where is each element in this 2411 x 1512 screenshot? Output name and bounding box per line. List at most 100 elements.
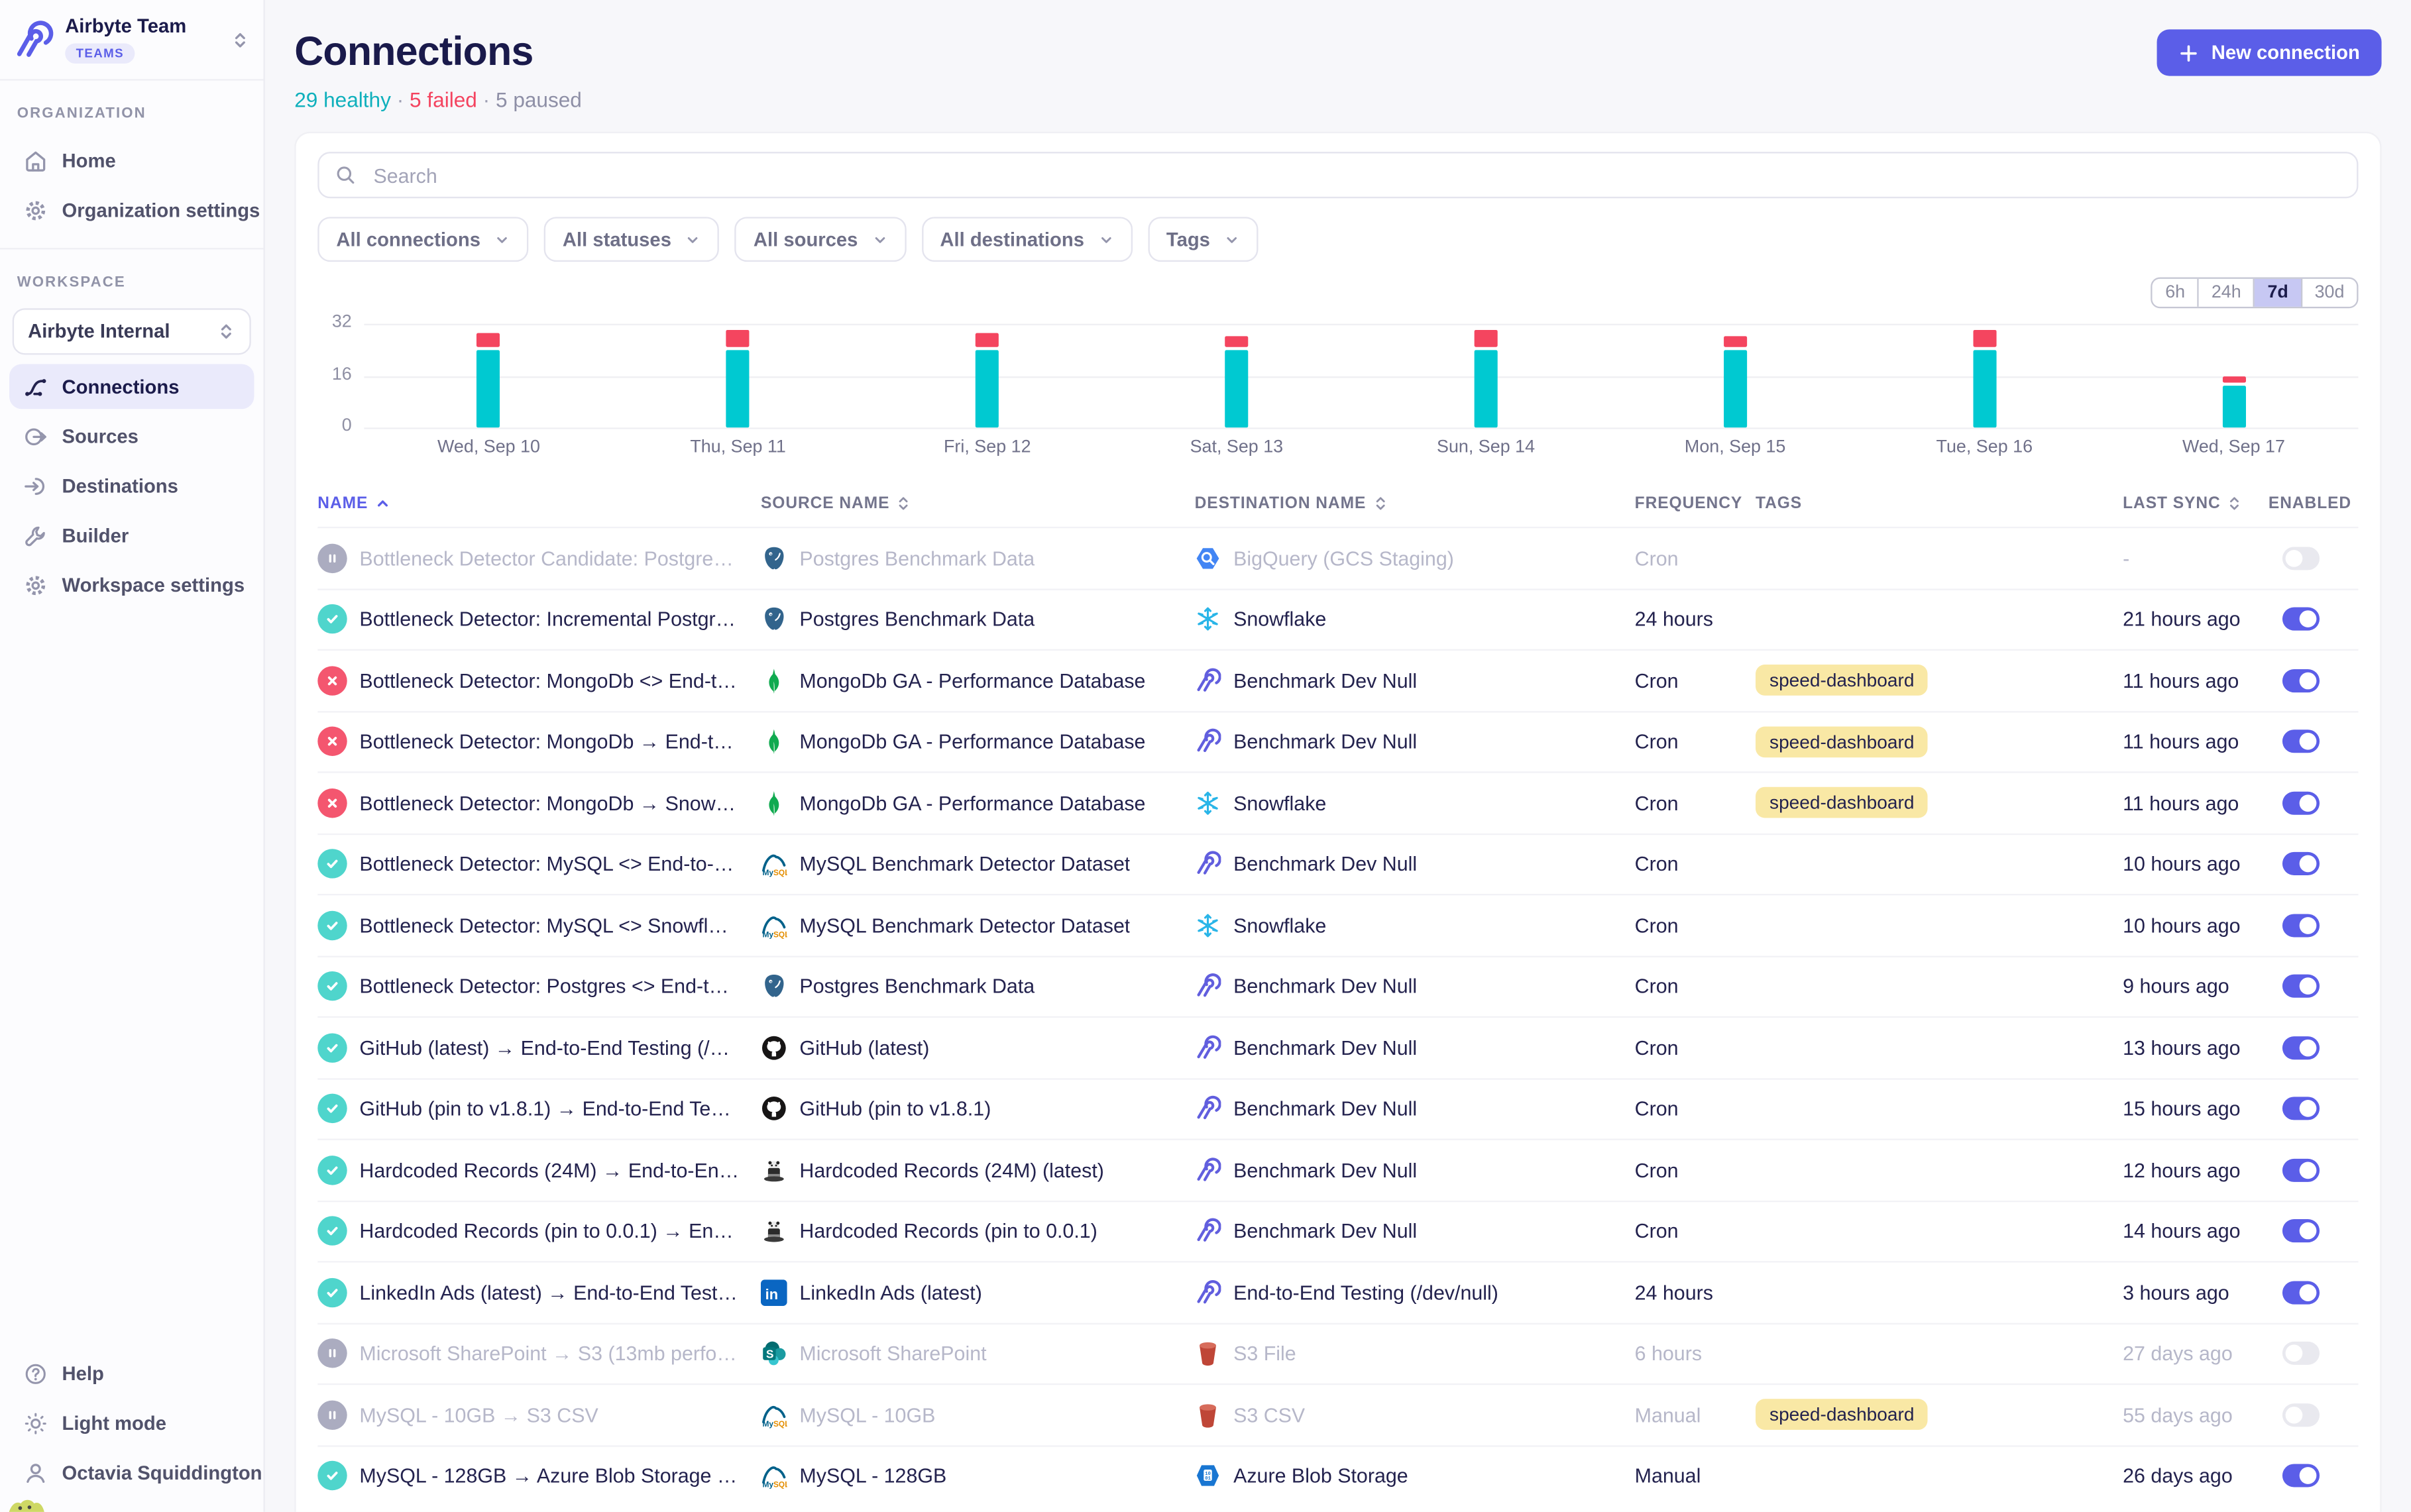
svg-text:in: in (765, 1285, 778, 1302)
sidebar-item-help[interactable]: Help (9, 1351, 254, 1396)
table-row[interactable]: GitHub (pin to v1.8.1) → End-to-End Test… (317, 1077, 2358, 1138)
tag-badge[interactable]: speed-dashboard (1756, 665, 1928, 696)
last-sync: - (2123, 547, 2269, 570)
sidebar: Airbyte Team TEAMS ORGANIZATIONHomeOrgan… (0, 0, 265, 1512)
enabled-toggle[interactable] (2282, 1220, 2320, 1243)
filter-all-connections[interactable]: All connections (317, 217, 528, 262)
search-input[interactable] (370, 162, 2341, 188)
enabled-toggle[interactable] (2282, 669, 2320, 692)
enabled-toggle[interactable] (2282, 1158, 2320, 1181)
table-header: NAMESOURCE NAMEDESTINATION NAMEFREQUENCY… (317, 482, 2358, 527)
sidebar-item-home[interactable]: Home (9, 138, 254, 183)
enabled-toggle[interactable] (2282, 853, 2320, 876)
filter-all-sources[interactable]: All sources (735, 217, 906, 262)
frequency: 24 hours (1635, 608, 1756, 631)
column-header-last-sync[interactable]: LAST SYNC (2123, 494, 2269, 513)
enabled-toggle[interactable] (2282, 547, 2320, 570)
filter-all-destinations[interactable]: All destinations (921, 217, 1132, 262)
table-row[interactable]: Bottleneck Detector: Postgres <> End-to-… (317, 955, 2358, 1016)
table-row[interactable]: MySQL - 10GB → S3 CSV MySQL MySQL - 10GB… (317, 1383, 2358, 1444)
frequency: 24 hours (1635, 1281, 1756, 1304)
table-row[interactable]: Bottleneck Detector: Incremental Postgre… (317, 588, 2358, 649)
x-axis-label: Sun, Sep 14 (1361, 439, 1610, 457)
sort-both-icon (2227, 496, 2242, 511)
enabled-toggle[interactable] (2282, 1342, 2320, 1365)
sidebar-item-workspace-settings[interactable]: Workspace settings (9, 563, 254, 608)
chart-bar[interactable] (1973, 330, 1996, 427)
bar-failed-segment (477, 333, 500, 347)
enabled-toggle[interactable] (2282, 1403, 2320, 1427)
org-switcher[interactable]: Airbyte Team TEAMS (0, 0, 263, 81)
status-healthy-icon (317, 1216, 347, 1246)
linkedin-icon: in (761, 1279, 787, 1306)
time-range-30d[interactable]: 30d (2302, 279, 2357, 307)
chevron-down-icon (1098, 232, 1113, 247)
table-row[interactable]: Hardcoded Records (pin to 0.0.1) → End-t… (317, 1200, 2358, 1261)
time-range-7d[interactable]: 7d (2255, 279, 2302, 307)
enabled-toggle[interactable] (2282, 730, 2320, 753)
table-row[interactable]: Hardcoded Records (24M) → End-to-End Te…… (317, 1138, 2358, 1199)
sidebar-item-connections[interactable]: Connections (9, 364, 254, 409)
chart-bar[interactable] (976, 333, 999, 427)
table-row[interactable]: GitHub (latest) → End-to-End Testing (/d… (317, 1016, 2358, 1077)
filter-tags[interactable]: Tags (1148, 217, 1259, 262)
enabled-toggle[interactable] (2282, 608, 2320, 631)
enabled-toggle[interactable] (2282, 914, 2320, 937)
filter-all-statuses[interactable]: All statuses (544, 217, 720, 262)
builder-icon (23, 523, 48, 547)
time-range-selector: 6h24h7d30d (2151, 278, 2358, 309)
enabled-toggle[interactable] (2282, 1036, 2320, 1059)
airbyte-icon (1195, 1279, 1221, 1306)
chart-bar[interactable] (726, 330, 750, 427)
table-row[interactable]: Bottleneck Detector: MySQL <> Snowflake … (317, 894, 2358, 955)
tag-badge[interactable]: speed-dashboard (1756, 726, 1928, 757)
time-range-24h[interactable]: 24h (2199, 279, 2255, 307)
chart-bar[interactable] (1225, 337, 1248, 427)
column-header-destination-name[interactable]: DESTINATION NAME (1195, 494, 1635, 513)
table-row[interactable]: Bottleneck Detector: MongoDb <> End-to-E… (317, 649, 2358, 710)
enabled-toggle[interactable] (2282, 1464, 2320, 1487)
new-connection-button[interactable]: New connection (2157, 29, 2382, 76)
chart-bar[interactable] (1474, 330, 1497, 427)
column-header-name[interactable]: NAME (317, 494, 761, 513)
github-icon (761, 1034, 787, 1061)
bar-failed-segment (976, 333, 999, 347)
frequency: Cron (1635, 1036, 1756, 1059)
tag-badge[interactable]: speed-dashboard (1756, 787, 1928, 818)
s3-icon (1195, 1401, 1221, 1428)
s3-icon (1195, 1340, 1221, 1367)
table-row[interactable]: LinkedIn Ads (latest) → End-to-End Testi… (317, 1261, 2358, 1322)
gear-icon (23, 572, 48, 597)
column-header-source-name[interactable]: SOURCE NAME (761, 494, 1195, 513)
table-row[interactable]: Microsoft SharePoint → S3 (13mb performa… (317, 1323, 2358, 1383)
sidebar-item-octavia-squiddington[interactable]: Octavia Squiddington (9, 1450, 254, 1495)
bar-failed-segment (1724, 337, 1747, 347)
airbyte-icon (1195, 1034, 1221, 1061)
table-row[interactable]: Bottleneck Detector: MongoDb → Snowflake… (317, 771, 2358, 832)
chevron-updown-icon (217, 322, 235, 341)
table-row[interactable]: Bottleneck Detector: MongoDb → End-to-En… (317, 710, 2358, 771)
enabled-toggle[interactable] (2282, 1097, 2320, 1120)
enabled-toggle[interactable] (2282, 1281, 2320, 1304)
table-row[interactable]: Bottleneck Detector: MySQL <> End-to-End… (317, 833, 2358, 894)
table-row[interactable]: Bottleneck Detector Candidate: Postgres … (317, 527, 2358, 588)
workspace-selector[interactable]: Airbyte Internal (13, 308, 251, 354)
connection-name: MySQL - 128GB → Azure Blob Storage JSOn … (359, 1464, 739, 1487)
chart-bar[interactable] (2222, 376, 2245, 427)
time-range-6h[interactable]: 6h (2153, 279, 2199, 307)
chart-bar[interactable] (1724, 337, 1747, 427)
tag-badge[interactable]: speed-dashboard (1756, 1399, 1928, 1431)
frequency: Cron (1635, 975, 1756, 998)
sidebar-item-organization-settings[interactable]: Organization settings (9, 188, 254, 233)
enabled-toggle[interactable] (2282, 975, 2320, 998)
sidebar-item-destinations[interactable]: Destinations (9, 463, 254, 508)
table-row[interactable]: MySQL - 128GB → Azure Blob Storage JSOn … (317, 1444, 2358, 1505)
enabled-toggle[interactable] (2282, 791, 2320, 814)
sidebar-item-sources[interactable]: Sources (9, 413, 254, 459)
bar-success-segment (976, 350, 999, 428)
chart-bar[interactable] (477, 333, 500, 427)
sidebar-item-builder[interactable]: Builder (9, 513, 254, 558)
destination-name: Snowflake (1233, 608, 1326, 631)
connection-name: MySQL - 10GB → S3 CSV (359, 1403, 598, 1427)
sidebar-item-light-mode[interactable]: Light mode (9, 1401, 254, 1446)
